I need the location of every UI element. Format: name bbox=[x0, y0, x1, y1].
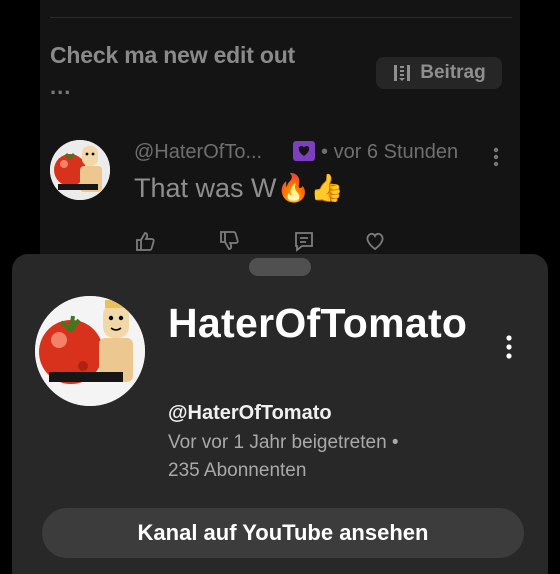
beitrag-label: Beitrag bbox=[420, 62, 486, 83]
channel-avatar[interactable] bbox=[35, 296, 145, 406]
channel-joined: Vor vor 1 Jahr beigetreten • bbox=[168, 432, 399, 453]
comment-author[interactable]: @HaterOfTo... bbox=[134, 141, 262, 164]
channel-name: HaterOfTomato bbox=[168, 300, 468, 346]
member-badge-icon bbox=[293, 141, 315, 161]
sheet-drag-handle[interactable] bbox=[249, 258, 311, 276]
time-separator: • bbox=[321, 141, 329, 163]
comment-text: That was W🔥👍 bbox=[134, 173, 344, 203]
view-channel-button[interactable]: Kanal auf YouTube ansehen bbox=[42, 508, 524, 558]
comment-more-vert-icon[interactable] bbox=[490, 146, 502, 168]
divider bbox=[50, 17, 512, 18]
thumb-up-icon[interactable] bbox=[134, 230, 156, 252]
channel-subscribers: 235 Abonnenten bbox=[168, 460, 307, 481]
commenter-avatar[interactable] bbox=[50, 140, 110, 200]
post-icon bbox=[394, 65, 411, 81]
channel-handle: @HaterOfTomato bbox=[168, 402, 332, 424]
post-more-text[interactable]: ... bbox=[50, 74, 71, 100]
reply-icon[interactable] bbox=[293, 230, 315, 252]
time-label: vor 6 Stunden bbox=[333, 141, 459, 163]
beitrag-button[interactable]: Beitrag bbox=[376, 57, 502, 89]
heart-icon[interactable] bbox=[364, 230, 386, 252]
more-vert-icon[interactable] bbox=[502, 334, 516, 360]
post-title: Check ma new edit out bbox=[50, 42, 296, 68]
thumb-down-icon[interactable] bbox=[218, 230, 240, 252]
comment-time: • vor 6 Stunden bbox=[321, 141, 458, 164]
